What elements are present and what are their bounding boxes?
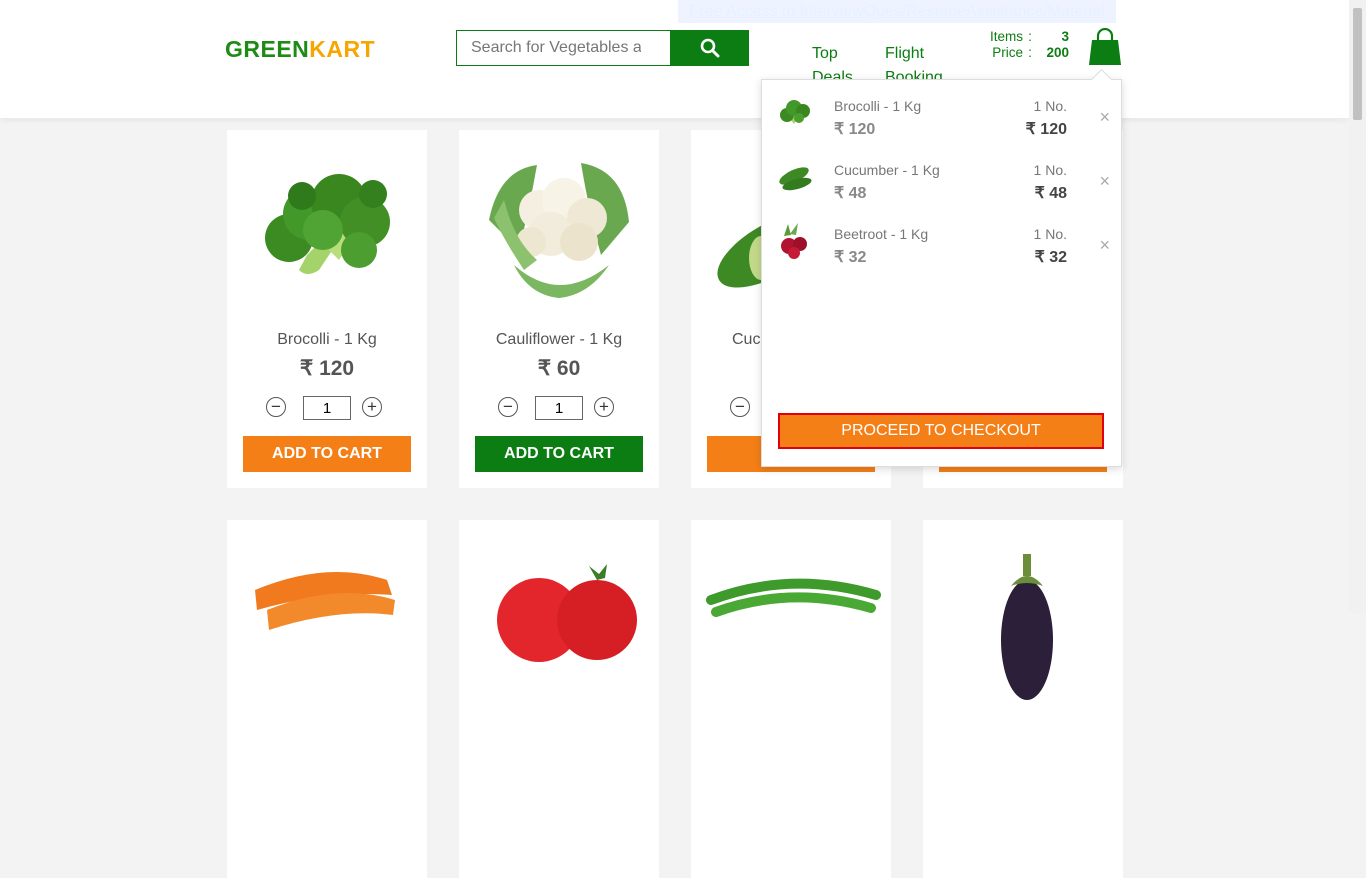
scrollbar-thumb[interactable] <box>1353 8 1362 120</box>
product-name: Cauliflower - 1 Kg <box>495 331 623 348</box>
top-deals-line1: Top <box>812 45 838 62</box>
brand-logo[interactable]: GREENKART <box>225 36 375 63</box>
decrement-button[interactable]: − <box>730 397 750 417</box>
product-card-brocolli: Brocolli - 1 Kg ₹ 120 − + ADD TO CART <box>227 130 427 488</box>
items-count: 3 <box>1061 29 1069 44</box>
remove-item-icon[interactable]: × <box>1099 235 1110 256</box>
cart-item-price: ₹ 48 <box>834 185 867 202</box>
logo-green: GREEN <box>225 36 310 62</box>
cart-item-qty: 1 No. <box>1033 226 1067 242</box>
cart-item-qty: 1 No. <box>1033 98 1067 114</box>
cart-info: Items: 3 Price:200 <box>960 29 1069 61</box>
quantity-input[interactable] <box>535 396 583 420</box>
cart-item-name: Cucumber - 1 Kg <box>834 162 940 178</box>
quantity-input[interactable] <box>303 396 351 420</box>
items-separator: : <box>1028 29 1032 44</box>
carrot-image <box>255 572 395 630</box>
product-card-tomato <box>459 520 659 878</box>
cauliflower-image <box>489 163 629 298</box>
quantity-stepper: − + <box>498 396 620 420</box>
price-label: Price <box>992 45 1023 60</box>
flight-booking-line1: Flight <box>885 45 925 62</box>
brocolli-image <box>265 174 390 274</box>
cart-item: Cucumber - 1 Kg ₹ 48 1 No. ₹ 48 × <box>762 150 1121 210</box>
promo-link[interactable]: Free Access to InterviewQues/ResumeAssis… <box>678 0 1116 23</box>
cart-item-amount: ₹ 48 <box>1034 185 1067 202</box>
price-total: 200 <box>1046 45 1069 60</box>
shopping-bag-icon <box>1089 27 1121 65</box>
product-card-cauliflower: Cauliflower - 1 Kg ₹ 60 − + ADD TO CART <box>459 130 659 488</box>
remove-item-icon[interactable]: × <box>1099 171 1110 192</box>
cart-item-name: Brocolli - 1 Kg <box>834 98 922 114</box>
increment-button[interactable]: + <box>362 397 382 417</box>
cart-preview-panel: Brocolli - 1 Kg ₹ 120 1 No. ₹ 120 × Cucu… <box>761 68 1122 467</box>
cart-item: Beetroot - 1 Kg ₹ 32 1 No. ₹ 32 × <box>762 214 1121 274</box>
decrement-button[interactable]: − <box>498 397 518 417</box>
add-to-cart-button[interactable]: ADD TO CART <box>243 436 411 472</box>
cucumber-thumbnail <box>779 167 812 191</box>
product-price: ₹ 60 <box>537 357 581 380</box>
product-name: Brocolli - 1 Kg <box>277 331 377 348</box>
logo-kart: KART <box>309 36 376 62</box>
cart-item: Brocolli - 1 Kg ₹ 120 1 No. ₹ 120 × <box>762 86 1121 146</box>
cart-icon-button[interactable] <box>1088 27 1122 71</box>
beetroot-thumbnail <box>781 223 807 259</box>
tomato-image <box>497 564 637 662</box>
add-to-cart-button[interactable]: ADD TO CART <box>475 436 643 472</box>
search-input[interactable] <box>456 30 671 66</box>
search-icon <box>700 38 720 58</box>
brocolli-thumbnail <box>780 100 810 124</box>
decrement-button[interactable]: − <box>266 397 286 417</box>
cart-item-amount: ₹ 120 <box>1025 121 1067 138</box>
cart-item-qty: 1 No. <box>1033 162 1067 178</box>
beans-image <box>706 578 881 617</box>
remove-item-icon[interactable]: × <box>1099 107 1110 128</box>
search-button[interactable] <box>671 30 749 66</box>
page-scrollbar[interactable] <box>1349 0 1366 613</box>
product-card-beans <box>691 520 891 878</box>
product-price: ₹ 120 <box>299 357 355 380</box>
cart-item-name: Beetroot - 1 Kg <box>834 226 929 242</box>
increment-button[interactable]: + <box>594 397 614 417</box>
cart-item-price: ₹ 120 <box>834 121 876 138</box>
items-label: Items <box>989 29 1023 44</box>
brinjal-image <box>1001 554 1053 700</box>
cart-item-price: ₹ 32 <box>834 249 867 266</box>
cart-item-amount: ₹ 32 <box>1034 249 1067 266</box>
quantity-stepper: − + <box>266 396 388 420</box>
site-header: Free Access to InterviewQues/ResumeAssis… <box>0 0 1349 118</box>
product-card-carrot <box>227 520 427 878</box>
product-card-brinjal <box>923 520 1123 878</box>
price-separator: : <box>1028 45 1032 60</box>
proceed-to-checkout-button[interactable]: PROCEED TO CHECKOUT <box>778 413 1104 449</box>
product-name: Cuc <box>732 331 761 348</box>
